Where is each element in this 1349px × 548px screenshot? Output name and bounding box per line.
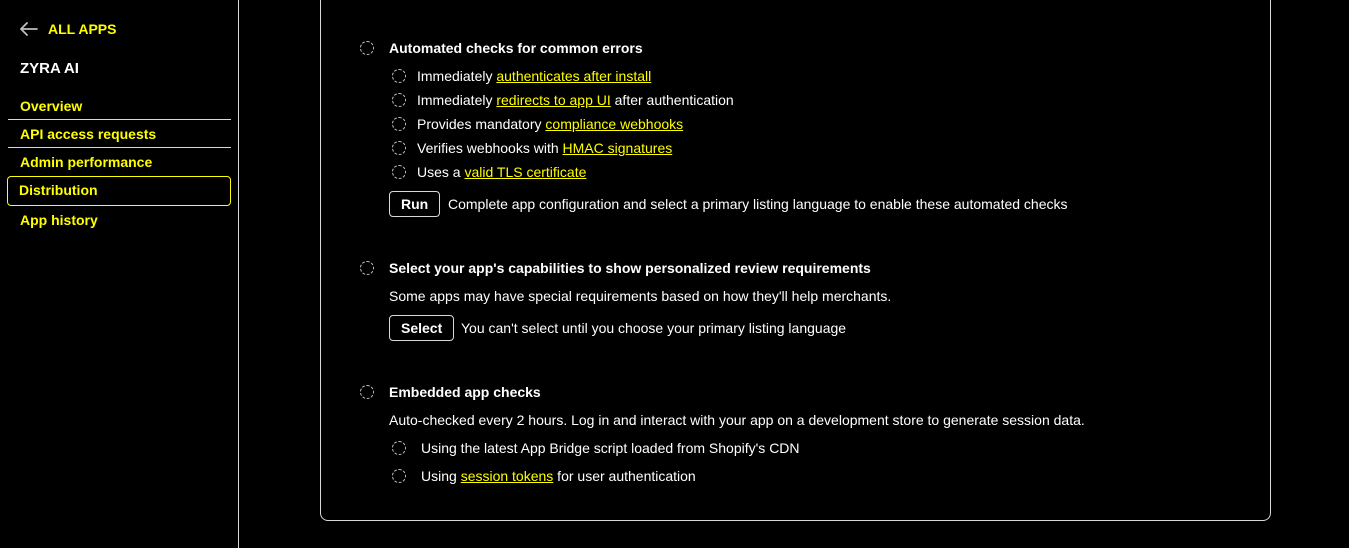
check-redirects: Immediately redirects to app UI after au… [417, 92, 734, 108]
select-button[interactable]: Select [389, 315, 455, 341]
all-apps-back-link[interactable]: ALL APPS [20, 21, 116, 37]
all-apps-label: ALL APPS [48, 21, 117, 37]
status-pending-icon [392, 117, 406, 131]
status-pending-icon [392, 93, 406, 107]
run-button[interactable]: Run [389, 191, 441, 217]
tls-certificate-link[interactable]: valid TLS certificate [464, 164, 586, 180]
check-app-bridge: Using the latest App Bridge script loade… [421, 440, 800, 456]
redirects-link[interactable]: redirects to app UI [496, 92, 610, 108]
capabilities-title: Select your app's capabilities to show p… [389, 260, 871, 276]
app-root: ALL APPS ZYRA AI Overview API access req… [0, 0, 1349, 548]
status-pending-icon [392, 141, 406, 155]
app-name: ZYRA AI [20, 60, 79, 77]
status-pending-icon [392, 441, 406, 455]
status-pending-icon [392, 469, 406, 483]
arrow-left-icon [20, 22, 38, 36]
sidebar-item-overview[interactable]: Overview [8, 92, 231, 120]
compliance-webhooks-link[interactable]: compliance webhooks [545, 116, 683, 132]
review-checks-card: Automated checks for common errors Immed… [320, 0, 1271, 521]
hmac-signatures-link[interactable]: HMAC signatures [563, 140, 673, 156]
capabilities-description: Some apps may have special requirements … [389, 288, 892, 304]
sidebar-nav: Overview API access requests Admin perfo… [7, 92, 231, 234]
run-note: Complete app configuration and select a … [448, 196, 1068, 212]
embedded-checks-title: Embedded app checks [389, 384, 541, 400]
check-tls: Uses a valid TLS certificate [417, 164, 587, 180]
status-pending-icon [360, 261, 374, 275]
sidebar-item-distribution[interactable]: Distribution [7, 176, 231, 206]
sidebar-item-app-history[interactable]: App history [8, 206, 231, 234]
status-pending-icon [360, 385, 374, 399]
status-pending-icon [392, 165, 406, 179]
select-note: You can't select until you choose your p… [461, 320, 847, 336]
sidebar-item-api-access-requests[interactable]: API access requests [8, 120, 231, 148]
status-pending-icon [392, 69, 406, 83]
sidebar-item-admin-performance[interactable]: Admin performance [8, 148, 231, 176]
sidebar: ALL APPS ZYRA AI Overview API access req… [0, 0, 239, 548]
check-hmac: Verifies webhooks with HMAC signatures [417, 140, 673, 156]
session-tokens-link[interactable]: session tokens [461, 468, 554, 484]
automated-checks-title: Automated checks for common errors [389, 40, 643, 56]
embedded-description: Auto-checked every 2 hours. Log in and i… [389, 412, 1085, 428]
check-compliance-webhooks: Provides mandatory compliance webhooks [417, 116, 684, 132]
status-pending-icon [360, 41, 374, 55]
check-session-tokens: Using session tokens for user authentica… [421, 468, 696, 484]
check-authenticates: Immediately authenticates after install [417, 68, 652, 84]
authenticates-link[interactable]: authenticates after install [496, 68, 651, 84]
